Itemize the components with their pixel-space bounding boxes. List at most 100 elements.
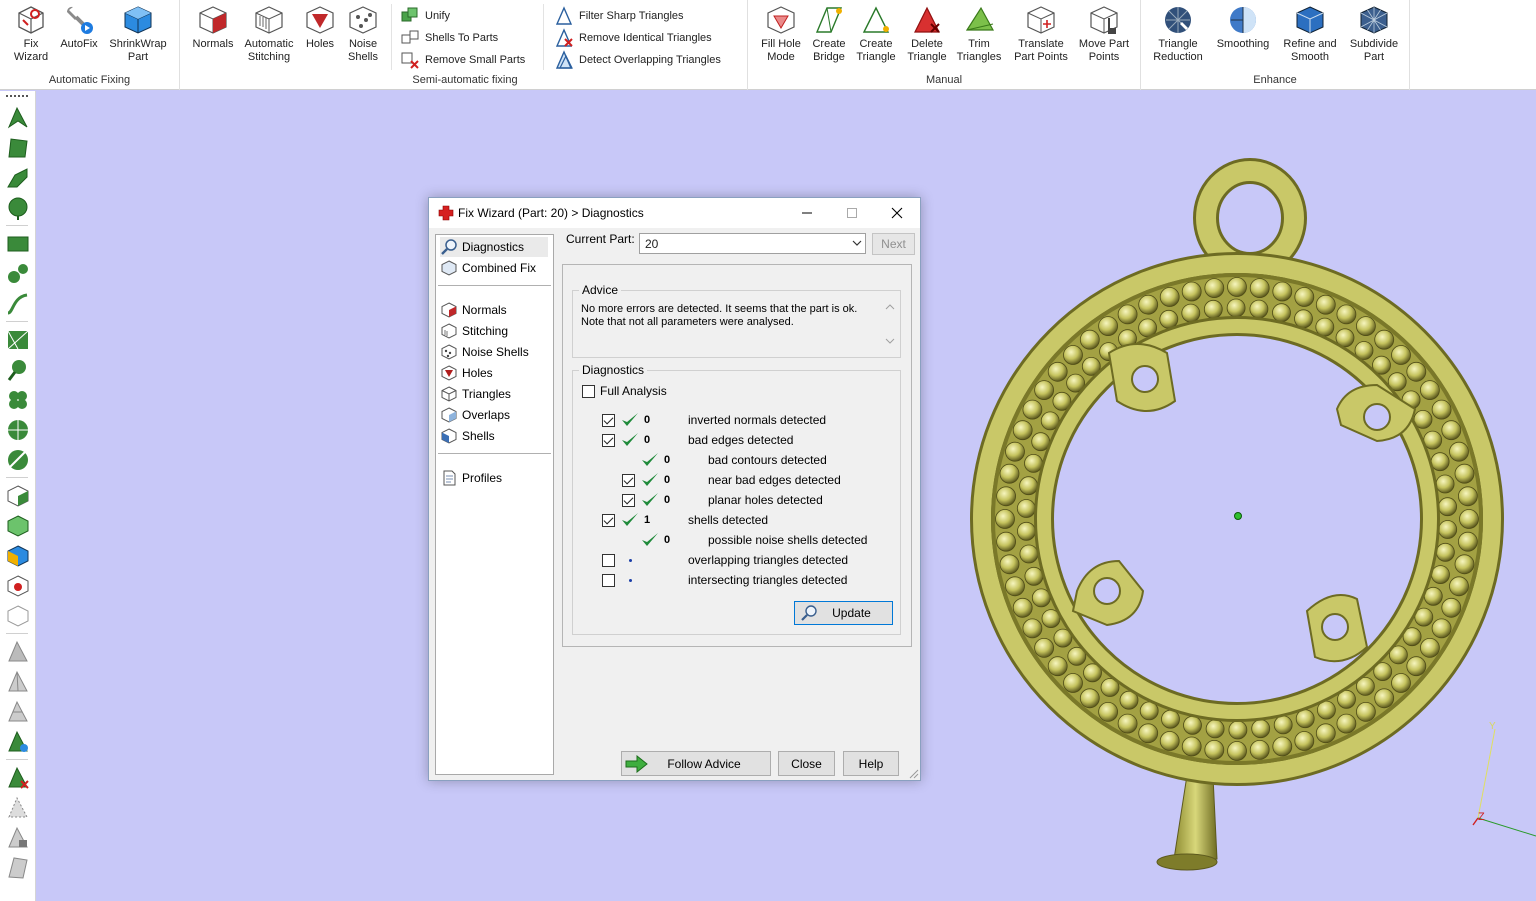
gray-quad-icon[interactable] (5, 855, 31, 881)
fix-wizard-button[interactable]: Fix Wizard (5, 4, 57, 64)
nav-stitching[interactable]: Stitching (440, 321, 508, 341)
curve-select-icon[interactable] (5, 291, 31, 317)
trim-triangles-button[interactable]: Trim Triangles (954, 4, 1004, 64)
help-button[interactable]: Help (843, 751, 899, 776)
delete-triangle-button[interactable]: Delete Triangle (904, 4, 950, 64)
nav-triangles[interactable]: Triangles (440, 384, 511, 404)
gray-triangle-icon[interactable] (5, 639, 31, 665)
select-part-icon[interactable] (5, 483, 31, 509)
wire-select-icon[interactable] (5, 327, 31, 353)
noise-shells-button[interactable]: Noise Shells (342, 4, 384, 64)
radial-select-icon[interactable] (5, 417, 31, 443)
toolbar-grip[interactable] (6, 95, 28, 97)
close-button[interactable]: Close (778, 751, 835, 776)
autofix-button[interactable]: AutoFix (55, 4, 103, 51)
filter-sharp-triangles-button[interactable]: Filter Sharp Triangles (554, 6, 684, 26)
near-bad-edges-checkbox[interactable] (622, 474, 635, 487)
nav-holes[interactable]: Holes (440, 363, 493, 383)
bead (1420, 638, 1440, 658)
automatic-stitching-button[interactable]: Automatic Stitching (240, 4, 298, 64)
next-button[interactable]: Next (872, 233, 915, 255)
advice-scrollbar[interactable] (883, 299, 897, 349)
follow-advice-button[interactable]: Follow Advice (621, 751, 771, 776)
bead (1391, 345, 1411, 365)
select-part-blue-icon[interactable] (5, 543, 31, 569)
current-part-select[interactable]: 20 (639, 233, 866, 254)
remove-small-parts-button[interactable]: Remove Small Parts (400, 50, 525, 70)
flower-select-icon[interactable] (5, 387, 31, 413)
select-surface-icon[interactable] (5, 165, 31, 191)
gray-triangle-split-icon[interactable] (5, 669, 31, 695)
nav-profiles-label: Profiles (462, 471, 503, 485)
inverted-normals-checkbox[interactable] (602, 414, 615, 427)
detect-overlapping-triangles-button[interactable]: Detect Overlapping Triangles (554, 50, 721, 70)
nav-combined-fix[interactable]: Combined Fix (440, 258, 536, 278)
intersecting-triangles-checkbox[interactable] (602, 574, 615, 587)
overlapping-triangles-checkbox[interactable] (602, 554, 615, 567)
planar-holes-checkbox[interactable] (622, 494, 635, 507)
inverted-normals-text: inverted normals detected (688, 413, 827, 427)
nav-separator (438, 453, 551, 454)
delete-selection-icon[interactable] (5, 765, 31, 791)
bead (1181, 303, 1201, 323)
shrinkwrap-part-button[interactable]: ShrinkWrap Part (103, 4, 173, 64)
bead (1024, 566, 1044, 586)
minimize-button[interactable] (784, 198, 830, 228)
select-triangle-icon[interactable] (5, 135, 31, 161)
refine-and-smooth-button[interactable]: Refine and Smooth (1279, 4, 1341, 64)
update-button[interactable]: Update (794, 601, 893, 625)
holes-button[interactable]: Holes (302, 4, 338, 51)
dialog-titlebar[interactable]: Fix Wizard (Part: 20) > Diagnostics (429, 198, 920, 228)
normals-button[interactable]: Normals (192, 4, 234, 51)
bead (1336, 713, 1357, 734)
bad-edges-count: 0 (644, 434, 651, 446)
unify-button[interactable]: Unify (400, 6, 450, 26)
nav-shells[interactable]: Shells (440, 426, 495, 446)
nav-normals[interactable]: Normals (440, 300, 507, 320)
rectangle-select-icon[interactable] (5, 231, 31, 257)
maximize-button[interactable] (829, 198, 875, 228)
brush-select-icon[interactable] (5, 357, 31, 383)
full-analysis-checkbox[interactable] (582, 385, 595, 398)
create-bridge-button[interactable]: Create Bridge (808, 4, 850, 64)
create-triangle-button[interactable]: Create Triangle (854, 4, 898, 64)
bead (1458, 531, 1478, 552)
move-part-points-button[interactable]: Move Part Points (1076, 4, 1132, 64)
deselect-part-icon[interactable] (5, 603, 31, 629)
remove-identical-triangles-button[interactable]: Remove Identical Triangles (554, 28, 712, 48)
shells-checkbox[interactable] (602, 514, 615, 527)
lock-triangle-icon[interactable] (5, 825, 31, 851)
select-part-red-icon[interactable] (5, 573, 31, 599)
nav-overlaps[interactable]: Overlaps (440, 405, 510, 425)
bead (1356, 316, 1376, 337)
select-part-green-icon[interactable] (5, 513, 31, 539)
bad-edges-checkbox[interactable] (602, 434, 615, 447)
fill-hole-mode-button[interactable]: Fill Hole Mode (756, 4, 806, 64)
holes-label: Holes (305, 38, 335, 50)
smoothing-button[interactable]: Smoothing (1213, 4, 1273, 51)
bead (1098, 316, 1118, 337)
subdivide-icon (1360, 6, 1388, 34)
triangle-reduction-button[interactable]: Triangle Reduction (1147, 4, 1209, 64)
gray-triangle-mesh-icon[interactable] (5, 699, 31, 725)
resize-grip-icon[interactable] (907, 767, 919, 779)
wave-select-icon[interactable] (5, 447, 31, 473)
move-points-label: Move Part Points (1078, 38, 1130, 63)
bead (1012, 597, 1033, 618)
bead (1019, 476, 1038, 496)
select-shell-icon[interactable] (5, 195, 31, 221)
bead (1034, 380, 1054, 401)
select-arrow-icon[interactable] (5, 105, 31, 131)
close-window-button[interactable] (874, 198, 920, 228)
dotted-triangle-icon[interactable] (5, 795, 31, 821)
nav-profiles[interactable]: Profiles (440, 468, 502, 488)
shells-to-parts-button[interactable]: Shells To Parts (400, 28, 498, 48)
nav-diagnostics[interactable]: Diagnostics (440, 237, 548, 257)
green-triangle-icon[interactable] (5, 729, 31, 755)
translate-part-points-button[interactable]: Translate Part Points (1010, 4, 1072, 64)
lasso-select-icon[interactable] (5, 261, 31, 287)
nav-noise-shells[interactable]: Noise Shells (440, 342, 529, 362)
subdivide-part-button[interactable]: Subdivide Part (1345, 4, 1403, 64)
advice-legend: Advice (579, 283, 622, 297)
shells-nav-icon (441, 428, 457, 444)
